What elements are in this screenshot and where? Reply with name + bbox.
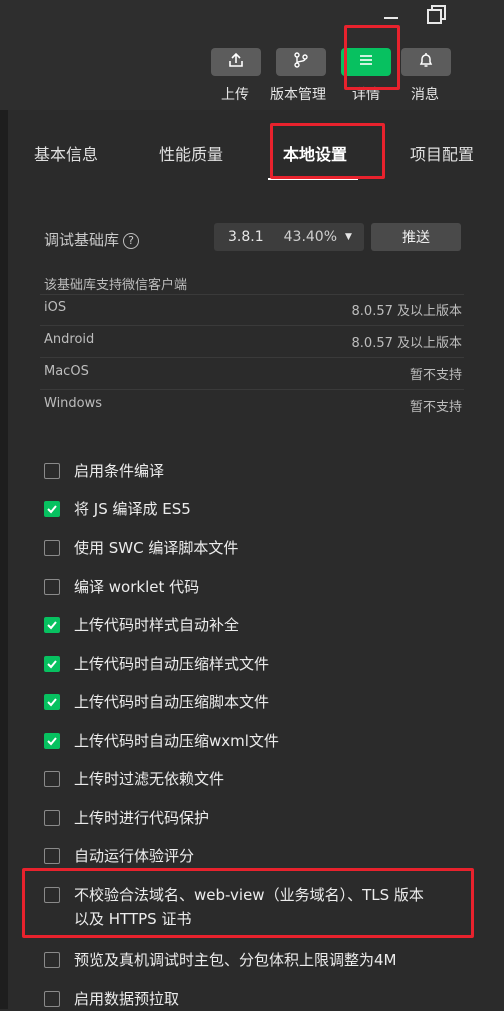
option-conditional-compile[interactable]: 启用条件编译	[44, 462, 164, 483]
divider	[40, 389, 464, 390]
client-name-macos: MacOS	[44, 364, 89, 379]
checkbox-unchecked[interactable]	[44, 952, 60, 968]
version-button[interactable]	[276, 48, 326, 76]
client-name-windows: Windows	[44, 396, 103, 411]
messages-button[interactable]	[401, 48, 451, 76]
option-compress-script[interactable]: 上传代码时自动压缩脚本文件	[44, 693, 269, 714]
option-swc-compile[interactable]: 使用 SWC 编译脚本文件	[44, 539, 238, 560]
upload-icon	[227, 51, 245, 73]
client-value-windows: 暂不支持	[409, 400, 462, 415]
tab-basic-info[interactable]: 基本信息	[34, 141, 98, 165]
upload-label: 上传	[221, 87, 249, 103]
lib-version-value: 3.8.1	[228, 229, 264, 245]
checkbox-unchecked[interactable]	[44, 991, 60, 1007]
checkmark-icon[interactable]	[44, 501, 60, 517]
client-value-ios: 8.0.57 及以上版本	[351, 304, 462, 319]
client-value-android: 8.0.57 及以上版本	[351, 336, 462, 351]
lib-version-percent: 43.40%	[283, 229, 338, 245]
checkmark-icon[interactable]	[44, 694, 60, 710]
checkbox-unchecked[interactable]	[44, 463, 60, 479]
highlight-box-tab	[270, 123, 385, 179]
debug-lib-label: 调试基础库	[44, 231, 120, 249]
option-js-to-es5[interactable]: 将 JS 编译成 ES5	[44, 500, 191, 521]
option-compress-style[interactable]: 上传代码时自动压缩样式文件	[44, 655, 269, 676]
client-name-android: Android	[44, 332, 95, 347]
checkbox-unchecked[interactable]	[44, 848, 60, 864]
debug-lib-row: 调试基础库?	[44, 229, 140, 250]
restore-icon[interactable]	[426, 4, 448, 31]
option-auto-audit[interactable]: 自动运行体验评分	[44, 847, 194, 868]
divider	[40, 294, 464, 295]
checkmark-icon[interactable]	[44, 733, 60, 749]
client-value-macos: 暂不支持	[409, 368, 462, 383]
client-name-ios: iOS	[44, 300, 67, 315]
option-style-autocomplete[interactable]: 上传代码时样式自动补全	[44, 616, 239, 637]
tab-performance[interactable]: 性能质量	[159, 141, 223, 165]
highlight-box-option	[22, 868, 474, 938]
divider	[40, 357, 464, 358]
checkbox-unchecked[interactable]	[44, 579, 60, 595]
checkbox-unchecked[interactable]	[44, 810, 60, 826]
option-code-protect[interactable]: 上传时进行代码保护	[44, 809, 209, 830]
checkmark-icon[interactable]	[44, 656, 60, 672]
checkbox-unchecked[interactable]	[44, 771, 60, 787]
clients-caption: 该基础库支持微信客户端	[44, 278, 188, 293]
upload-button[interactable]	[211, 48, 261, 76]
option-compress-wxml[interactable]: 上传代码时自动压缩wxml文件	[44, 732, 279, 753]
bell-icon	[417, 51, 435, 73]
lib-version-select[interactable]: 3.8.1 43.40% ▼	[214, 223, 364, 251]
tab-project-config[interactable]: 项目配置	[410, 141, 474, 165]
option-data-prefetch[interactable]: 启用数据预拉取	[44, 990, 179, 1011]
option-filter-unused[interactable]: 上传时过滤无依赖文件	[44, 770, 224, 791]
version-label: 版本管理	[270, 87, 326, 103]
messages-label: 消息	[411, 87, 439, 103]
divider	[40, 325, 464, 326]
branch-icon	[292, 51, 310, 73]
push-button[interactable]: 推送	[371, 223, 461, 251]
caret-down-icon: ▼	[345, 232, 352, 242]
help-icon[interactable]: ?	[123, 232, 140, 249]
checkmark-icon[interactable]	[44, 617, 60, 633]
option-worklet-compile[interactable]: 编译 worklet 代码	[44, 578, 199, 599]
option-size-limit-4m[interactable]: 预览及真机调试时主包、分包体积上限调整为4M	[44, 951, 397, 972]
checkbox-unchecked[interactable]	[44, 540, 60, 556]
left-edge-strip	[0, 110, 8, 1009]
highlight-box-details	[344, 25, 400, 90]
